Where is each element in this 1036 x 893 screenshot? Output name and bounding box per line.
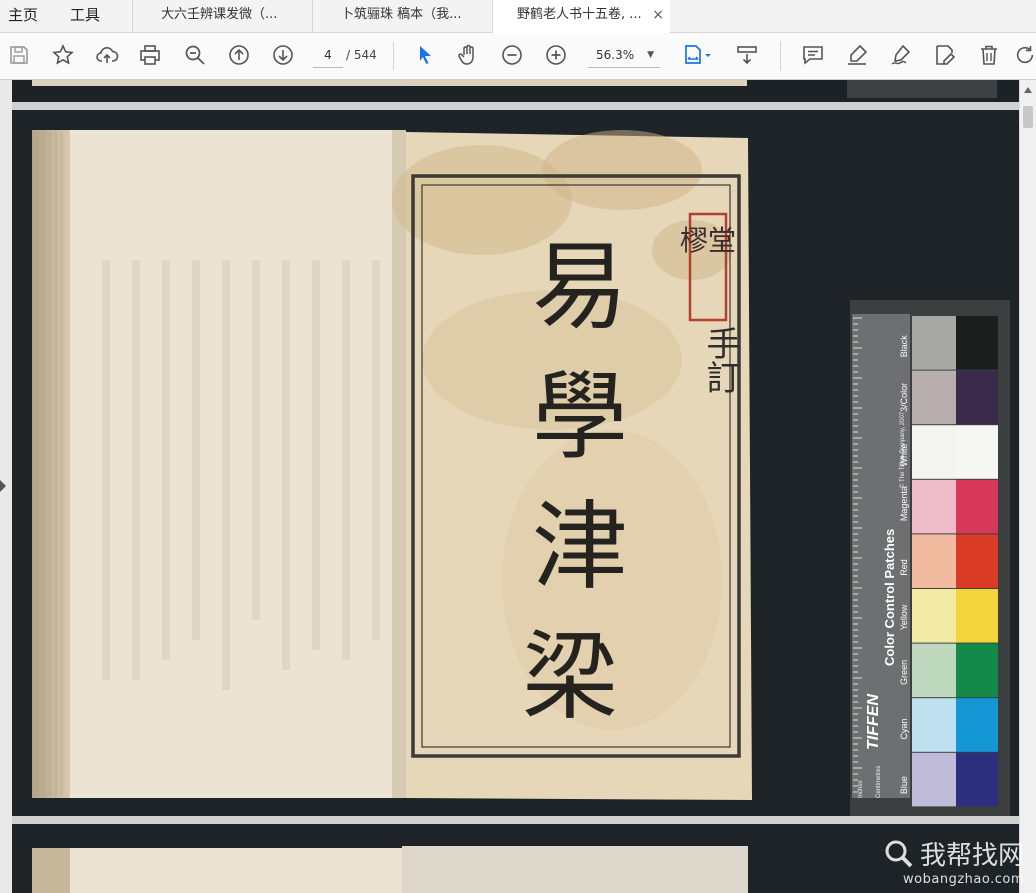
card-brand: TIFFEN: [865, 694, 882, 750]
title-char-2: 學: [532, 361, 628, 473]
zoom-value: 56.3%: [596, 48, 635, 62]
hand-tool-icon[interactable]: [453, 40, 483, 70]
document-viewport[interactable]: 樛堂 手訂 易 學 津 梁 TIFFEN Color Control Patch…: [0, 80, 1019, 893]
color-patch-light-cyan: [912, 698, 956, 752]
expand-pane-arrow-icon[interactable]: [0, 480, 6, 492]
watermark: 我帮找网 wobangzhao.com: [884, 835, 1024, 887]
title-char-1: 易: [532, 231, 628, 343]
color-patch-light-blue: [912, 752, 956, 807]
page-number-input[interactable]: 4: [313, 43, 343, 68]
scroll-mode-icon[interactable]: [732, 40, 762, 70]
color-patch-label: Yellow: [899, 604, 909, 630]
color-patch-dark-black: [956, 316, 998, 370]
toolbar-divider: [393, 42, 394, 70]
next-page-icon[interactable]: [268, 40, 298, 70]
card-unit-cm: Centimetres: [876, 766, 882, 798]
menu-home[interactable]: 主页: [8, 0, 38, 32]
edit-pdf-icon[interactable]: [930, 40, 960, 70]
color-patch-dark-yellow: [956, 589, 998, 643]
print-icon[interactable]: [135, 40, 165, 70]
highlight-pen-icon[interactable]: [842, 40, 872, 70]
color-patch-light-3-color: [912, 370, 956, 425]
tab-document-2[interactable]: 卜筑骊珠 稿本（我...: [312, 0, 492, 32]
previous-page-image: [12, 80, 1019, 102]
rotate-icon[interactable]: [1014, 40, 1036, 70]
previous-page-icon[interactable]: [224, 40, 254, 70]
save-icon[interactable]: [4, 40, 34, 70]
page-separator: [12, 102, 1019, 110]
toolbar-divider: [780, 42, 781, 70]
comment-icon[interactable]: [798, 40, 828, 70]
color-patch-dark-blue: [956, 752, 998, 807]
zoom-out-icon[interactable]: [497, 40, 527, 70]
annotation-text: 手訂: [700, 326, 740, 394]
card-title: Color Control Patches: [882, 529, 897, 666]
color-patch-dark-3-color: [956, 370, 998, 425]
color-patch-dark-magenta: [956, 479, 998, 534]
delete-icon[interactable]: [974, 40, 1004, 70]
zoom-search-icon[interactable]: [180, 40, 210, 70]
tab-document-3-active[interactable]: 野鹤老人书十五卷, ... ×: [492, 0, 670, 33]
toolbar: 4 / 544 56.3% ▼: [0, 33, 1036, 80]
color-patch-light-green: [912, 643, 956, 698]
color-patch-label: Green: [899, 660, 909, 685]
menu-tools[interactable]: 工具: [70, 0, 100, 32]
color-patch-label: Magenta: [899, 486, 909, 521]
watermark-text: 我帮找网: [919, 841, 1024, 871]
color-patch-label: Black: [899, 335, 909, 358]
upload-cloud-icon[interactable]: [92, 40, 122, 70]
magnifier-logo-icon: [885, 840, 913, 867]
scroll-up-arrow-icon[interactable]: [1024, 87, 1032, 93]
color-patch-light-red: [912, 534, 956, 588]
color-patch-dark-white: [956, 425, 998, 479]
color-patch-light-white: [912, 425, 956, 479]
zoom-level-select[interactable]: 56.3% ▼: [588, 43, 660, 68]
book-scan-image: 樛堂 手訂 易 學 津 梁 TIFFEN Color Control Patch…: [12, 110, 1019, 816]
previous-page-scan: [12, 80, 1019, 102]
watermark-url: wobangzhao.com: [903, 872, 1024, 887]
color-control-card: TIFFEN Color Control Patches © The Tiffe…: [850, 300, 1010, 816]
color-patch-label: Cyan: [899, 718, 909, 739]
sign-icon[interactable]: [886, 40, 916, 70]
select-cursor-icon[interactable]: [410, 40, 440, 70]
tab-label: 卜筑骊珠 稿本（我...: [341, 7, 462, 22]
next-page-scan: [12, 824, 1019, 893]
tab-bar: 主页 工具 大六壬辨课发微（... 卜筑骊珠 稿本（我... 野鹤老人书十五卷,…: [0, 0, 1036, 33]
fit-page-icon[interactable]: [678, 40, 716, 70]
bookmark-star-icon[interactable]: [48, 40, 78, 70]
color-patch-dark-red: [956, 534, 998, 588]
tab-document-1[interactable]: 大六壬辨课发微（...: [132, 0, 312, 32]
vertical-scrollbar[interactable]: [1019, 80, 1036, 893]
current-page-scan: 樛堂 手訂 易 學 津 梁 TIFFEN Color Control Patch…: [12, 110, 1019, 816]
scrollbar-thumb[interactable]: [1023, 106, 1033, 128]
color-patch-dark-cyan: [956, 698, 998, 752]
seal-char: 樛堂: [680, 224, 736, 257]
page-total: / 544: [346, 48, 377, 62]
tab-label: 野鹤老人书十五卷, ...: [517, 7, 642, 22]
card-unit-inches: Inches: [858, 780, 864, 798]
title-char-3: 津: [532, 491, 628, 603]
color-patch-light-magenta: [912, 479, 956, 534]
color-patch-label: 3/Color: [899, 383, 909, 412]
close-tab-icon[interactable]: ×: [652, 0, 664, 30]
tab-label: 大六壬辨课发微（...: [161, 7, 278, 22]
chevron-down-icon: ▼: [647, 50, 654, 60]
color-patch-label: White: [899, 443, 909, 466]
color-patch-light-yellow: [912, 589, 956, 643]
next-page-image: [12, 824, 1019, 893]
zoom-in-icon[interactable]: [541, 40, 571, 70]
color-patch-light-black: [912, 316, 956, 370]
color-patch-dark-green: [956, 643, 998, 698]
page-separator: [12, 816, 1019, 824]
color-patch-label: Red: [899, 559, 909, 576]
color-patch-label: Blue: [899, 776, 909, 794]
title-char-4: 梁: [522, 621, 618, 733]
